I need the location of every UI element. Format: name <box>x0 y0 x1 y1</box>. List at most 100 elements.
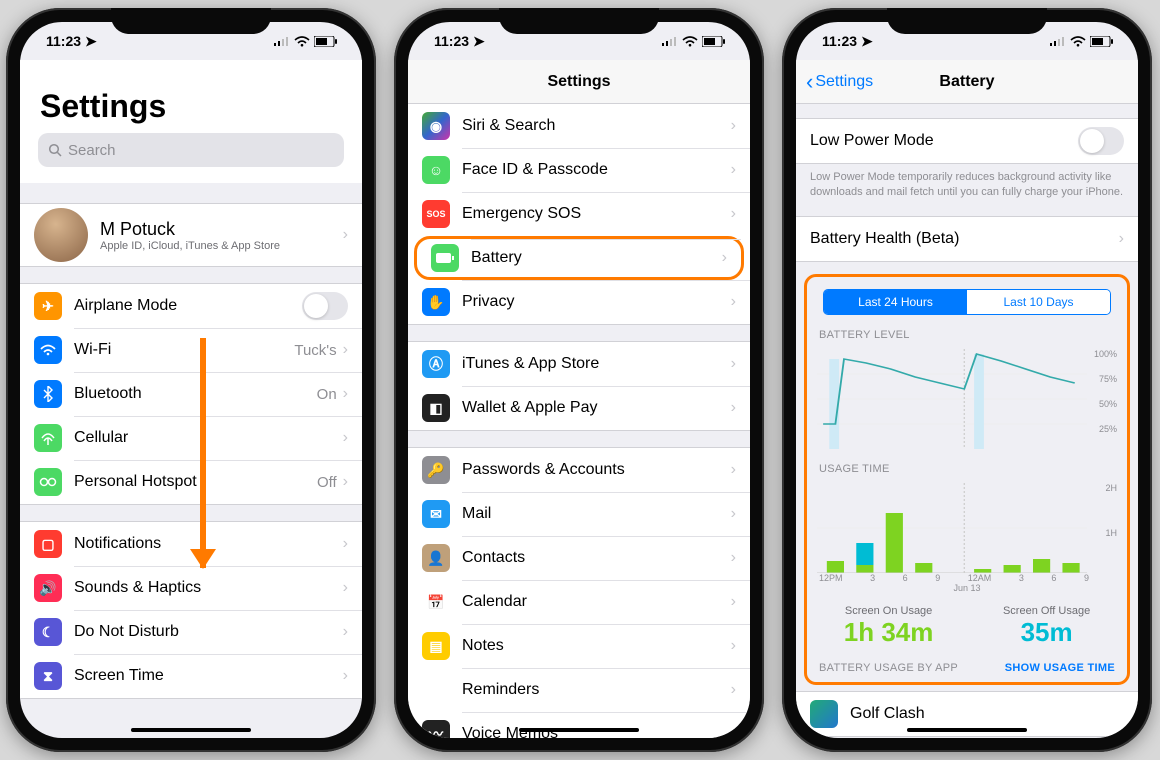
battery-icon <box>702 36 726 47</box>
back-button[interactable]: ‹ Settings <box>806 60 873 104</box>
row-label: Privacy <box>462 293 731 311</box>
page-title: Settings <box>20 60 362 133</box>
chevron-right-icon: › <box>731 205 736 223</box>
chevron-right-icon: › <box>343 385 348 403</box>
notch <box>499 8 659 34</box>
chevron-right-icon: › <box>722 249 727 267</box>
sos-icon: SOS <box>422 200 450 228</box>
low-power-switch[interactable] <box>1078 127 1124 155</box>
signal-icon <box>662 36 678 46</box>
profile-subtitle: Apple ID, iCloud, iTunes & App Store <box>100 240 343 252</box>
home-indicator[interactable] <box>519 728 639 732</box>
row-screen-time[interactable]: ⧗ Screen Time › <box>20 654 362 698</box>
tab-last-10-days[interactable]: Last 10 Days <box>967 290 1110 314</box>
screen-2: 11:23➤ Settings ◉Siri & Search› ☺Face ID… <box>408 22 750 738</box>
search-input[interactable]: Search <box>38 133 344 167</box>
chevron-right-icon: › <box>343 226 348 244</box>
row-label: Calendar <box>462 593 731 611</box>
row-itunes[interactable]: ⒶiTunes & App Store› <box>408 342 750 386</box>
row-label: Do Not Disturb <box>74 623 343 641</box>
low-power-footnote: Low Power Mode temporarily reduces backg… <box>796 164 1138 200</box>
time-range-segment[interactable]: Last 24 Hours Last 10 Days <box>823 289 1111 315</box>
chevron-right-icon: › <box>343 579 348 597</box>
row-label: Battery Health (Beta) <box>810 230 1119 248</box>
wifi-icon <box>294 36 310 47</box>
search-placeholder: Search <box>68 142 116 159</box>
row-label: Siri & Search <box>462 117 731 135</box>
row-label: Cellular <box>74 429 343 447</box>
signal-icon <box>1050 36 1066 46</box>
home-indicator[interactable] <box>907 728 1027 732</box>
row-wallet[interactable]: ◧Wallet & Apple Pay› <box>408 386 750 430</box>
screen-1: 11:23 ➤ Settings Search <box>20 22 362 738</box>
nav-header: ‹ Settings Battery <box>796 60 1138 104</box>
chevron-right-icon: › <box>343 341 348 359</box>
row-low-power-mode[interactable]: Low Power Mode <box>796 119 1138 163</box>
row-label: Contacts <box>462 549 731 567</box>
chevron-right-icon: › <box>343 667 348 685</box>
chevron-right-icon: › <box>731 161 736 179</box>
row-calendar[interactable]: 📅Calendar› <box>408 580 750 624</box>
row-label: Wi-Fi <box>74 341 294 359</box>
tab-last-24-hours[interactable]: Last 24 Hours <box>824 290 967 314</box>
notch <box>887 8 1047 34</box>
notifications-icon: ▢ <box>34 530 62 558</box>
row-bluetooth[interactable]: Bluetooth On › <box>20 372 362 416</box>
row-battery-health[interactable]: Battery Health (Beta) › <box>796 217 1138 261</box>
screentime-icon: ⧗ <box>34 662 62 690</box>
usage-by-app-header: BATTERY USAGE BY APP <box>819 662 958 674</box>
row-do-not-disturb[interactable]: ☾ Do Not Disturb › <box>20 610 362 654</box>
phone-frame-2: 11:23➤ Settings ◉Siri & Search› ☺Face ID… <box>394 8 764 752</box>
row-emergency-sos[interactable]: SOSEmergency SOS› <box>408 192 750 236</box>
chevron-right-icon: › <box>731 637 736 655</box>
notch <box>111 8 271 34</box>
row-notes[interactable]: ▤Notes› <box>408 624 750 668</box>
row-personal-hotspot[interactable]: Personal Hotspot Off › <box>20 460 362 504</box>
home-indicator[interactable] <box>131 728 251 732</box>
row-wifi[interactable]: Wi-Fi Tuck's › <box>20 328 362 372</box>
wallet-icon: ◧ <box>422 394 450 422</box>
x-axis-date: Jun 13 <box>809 583 1125 593</box>
screen-off-value: 35m <box>1003 617 1090 648</box>
siri-icon: ◉ <box>422 112 450 140</box>
airplane-switch[interactable] <box>302 292 348 320</box>
row-label: Sounds & Haptics <box>74 579 343 597</box>
phone-frame-3: 11:23➤ ‹ Settings Battery Low Power Mode… <box>782 8 1152 752</box>
row-mail[interactable]: ✉︎Mail› <box>408 492 750 536</box>
battery-level-header: BATTERY LEVEL <box>809 315 1125 345</box>
row-passwords[interactable]: 🔑Passwords & Accounts› <box>408 448 750 492</box>
mail-icon: ✉︎ <box>422 500 450 528</box>
cellular-icon <box>34 424 62 452</box>
row-battery[interactable]: Battery› <box>414 236 744 280</box>
chevron-right-icon: › <box>731 293 736 311</box>
apple-id-row[interactable]: M Potuck Apple ID, iCloud, iTunes & App … <box>20 204 362 266</box>
row-sounds[interactable]: 🔊 Sounds & Haptics › <box>20 566 362 610</box>
location-icon: ➤ <box>861 33 873 50</box>
chevron-right-icon: › <box>731 355 736 373</box>
chevron-right-icon: › <box>731 117 736 135</box>
voicememos-icon: 〰 <box>422 720 450 738</box>
phone-frame-1: 11:23 ➤ Settings Search <box>6 8 376 752</box>
hotspot-icon <box>34 468 62 496</box>
row-siri[interactable]: ◉ Siri & Search› <box>408 104 750 148</box>
chevron-right-icon: › <box>731 549 736 567</box>
row-voice-memos[interactable]: 〰Voice Memos› <box>408 712 750 738</box>
row-label: Passwords & Accounts <box>462 461 731 479</box>
avatar <box>34 208 88 262</box>
row-label: iTunes & App Store <box>462 355 731 373</box>
status-right <box>274 36 338 47</box>
privacy-icon: ✋ <box>422 288 450 316</box>
calendar-icon: 📅 <box>422 588 450 616</box>
location-icon: ➤ <box>473 33 485 50</box>
row-reminders[interactable]: ☑︎Reminders› <box>408 668 750 712</box>
notes-icon: ▤ <box>422 632 450 660</box>
row-faceid[interactable]: ☺Face ID & Passcode› <box>408 148 750 192</box>
row-detail: Off <box>317 474 337 491</box>
row-cellular[interactable]: Cellular › <box>20 416 362 460</box>
row-privacy[interactable]: ✋ Privacy› <box>408 280 750 324</box>
show-usage-time-link[interactable]: SHOW USAGE TIME <box>1005 662 1115 674</box>
screen-on-value: 1h 34m <box>844 617 934 648</box>
row-airplane-mode[interactable]: ✈︎ Airplane Mode <box>20 284 362 328</box>
status-time: 11:23 <box>434 33 469 49</box>
row-contacts[interactable]: 👤Contacts› <box>408 536 750 580</box>
